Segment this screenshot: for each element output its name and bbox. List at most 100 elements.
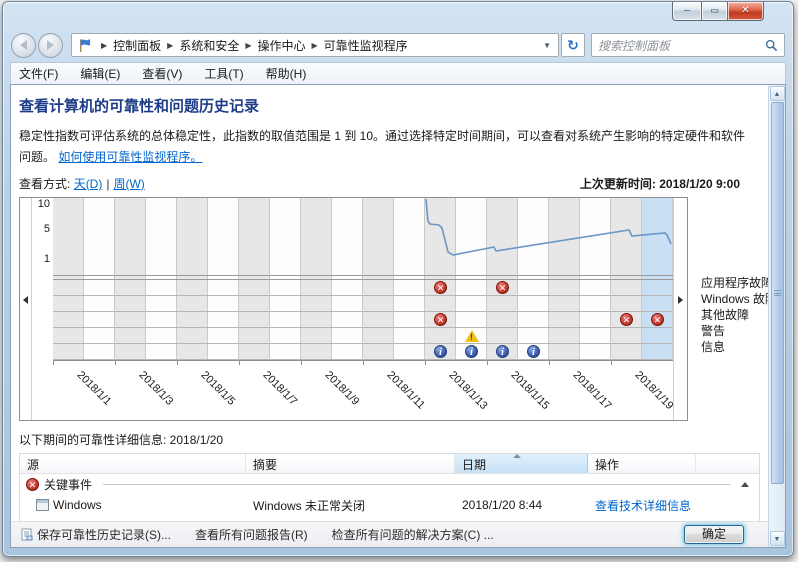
error-icon	[434, 313, 447, 326]
breadcrumb-control-panel[interactable]: 控制面板	[113, 37, 161, 54]
view-options-row: 查看方式: 天(D) | 周(W) 上次更新时间: 2018/1/20 9:00	[19, 175, 768, 192]
client-area: 查看计算机的可靠性和问题历史记录 稳定性指数可评估系统的总体稳定性，此指数的取值…	[10, 84, 786, 548]
chart-y-axis: 1051	[32, 198, 53, 420]
breadcrumb-separator: ▶	[95, 41, 113, 50]
search-input[interactable]: 搜索控制面板	[598, 37, 765, 54]
x-axis-label: 2018/1/19	[633, 369, 676, 412]
menu-view[interactable]: 查看(V)	[142, 65, 182, 82]
scroll-down-button[interactable]: ▼	[770, 531, 785, 546]
stability-index-line	[426, 199, 671, 255]
menu-edit[interactable]: 编辑(E)	[80, 65, 120, 82]
info-icon	[496, 345, 509, 358]
search-icon	[765, 39, 778, 52]
view-all-reports-link[interactable]: 查看所有问题报告(R)	[195, 526, 308, 543]
row-source: Windows	[53, 498, 102, 512]
window-controls: ─ ▭ ✕	[672, 2, 764, 21]
page-content: 查看计算机的可靠性和问题历史记录 稳定性指数可评估系统的总体稳定性，此指数的取值…	[11, 85, 768, 521]
action-center-flag-icon	[77, 38, 92, 53]
x-axis-tick	[239, 361, 240, 365]
chart-x-labels: 2018/1/12018/1/32018/1/52018/1/72018/1/9…	[53, 366, 673, 421]
x-axis-tick	[53, 361, 54, 365]
view-by-weeks-link[interactable]: 周(W)	[113, 175, 144, 192]
scroll-up-icon: ▲	[774, 91, 781, 98]
breadcrumb-separator: ▶	[306, 41, 324, 50]
x-axis-tick	[177, 361, 178, 365]
sort-ascending-icon	[513, 454, 521, 458]
stability-line-svg	[53, 198, 673, 276]
category-label: 其他故障	[701, 307, 768, 323]
save-history-link[interactable]: 保存可靠性历史记录(S)...	[21, 526, 171, 543]
refresh-icon: ↻	[567, 37, 579, 53]
forward-button[interactable]	[38, 33, 63, 58]
chart-event-rows: !	[53, 280, 673, 361]
info-icon	[434, 345, 447, 358]
search-box[interactable]: 搜索控制面板	[591, 33, 785, 57]
view-by-label: 查看方式:	[19, 175, 70, 192]
collapse-chevron-icon[interactable]	[741, 482, 749, 487]
chart-scroll-right[interactable]	[673, 198, 687, 420]
menu-tools[interactable]: 工具(T)	[204, 65, 243, 82]
warning-icon: !	[465, 330, 479, 342]
ok-button[interactable]: 确定	[684, 525, 744, 544]
vertical-scrollbar[interactable]: ▲ ▼	[768, 85, 785, 547]
group-label: 关键事件	[44, 476, 92, 493]
page-title: 查看计算机的可靠性和问题历史记录	[19, 95, 768, 116]
event-row	[53, 280, 673, 296]
y-tick-label: 5	[44, 223, 50, 235]
back-button[interactable]	[11, 33, 36, 58]
category-label: 信息	[701, 339, 768, 355]
app-window: ─ ▭ ✕ ▶ 控制面板 ▶ 系统和安全 ▶ 操作中心 ▶ 可靠性监视程序 ▼ …	[2, 1, 794, 557]
how-to-use-link[interactable]: 如何使用可靠性监视程序。	[58, 150, 202, 164]
column-header-summary[interactable]: 摘要	[246, 454, 455, 473]
scroll-up-button[interactable]: ▲	[770, 86, 785, 101]
command-bar: 保存可靠性历史记录(S)... 查看所有问题报告(R) 检查所有问题的解决方案(…	[11, 521, 768, 547]
breadcrumb-reliability-monitor[interactable]: 可靠性监视程序	[324, 37, 408, 54]
chart-scroll-left[interactable]	[20, 198, 32, 420]
breadcrumb[interactable]: ▶ 控制面板 ▶ 系统和安全 ▶ 操作中心 ▶ 可靠性监视程序 ▼	[71, 33, 559, 57]
close-button[interactable]: ✕	[728, 2, 764, 21]
category-label: 警告	[701, 323, 768, 339]
x-axis-tick	[115, 361, 116, 365]
chart-frame: 1051 ! 2018/1/12018/1/32018/1/52018/1/72…	[19, 197, 688, 421]
column-header-filler	[696, 454, 759, 473]
x-axis-tick	[611, 361, 612, 365]
scrollbar-grip-icon	[774, 290, 781, 296]
critical-events-group-row[interactable]: 关键事件	[20, 474, 759, 494]
x-axis-label: 2018/1/7	[261, 369, 300, 408]
column-header-date[interactable]: 日期	[455, 454, 588, 473]
category-label: Windows 故障	[701, 291, 768, 307]
intro-text: 稳定性指数可评估系统的总体稳定性，此指数的取值范围是 1 到 10。通过选择特定…	[19, 126, 768, 168]
view-by-days-link[interactable]: 天(D)	[74, 175, 103, 192]
minimize-button[interactable]: ─	[672, 2, 701, 21]
maximize-button[interactable]: ▭	[701, 2, 728, 21]
category-label: 应用程序故障	[701, 275, 768, 291]
event-row	[53, 312, 673, 328]
y-tick-label: 1	[44, 253, 50, 265]
column-header-action[interactable]: 操作	[588, 454, 696, 473]
table-row[interactable]: Windows Windows 未正常关闭 2018/1/20 8:44 查看技…	[20, 494, 759, 516]
column-header-source[interactable]: 源	[20, 454, 246, 473]
x-axis-label: 2018/1/9	[323, 369, 362, 408]
view-separator: |	[102, 177, 113, 191]
menu-file[interactable]: 文件(F)	[19, 65, 58, 82]
error-icon	[620, 313, 633, 326]
refresh-button[interactable]: ↻	[561, 33, 585, 57]
x-axis-label: 2018/1/15	[509, 369, 552, 412]
address-dropdown-icon[interactable]: ▼	[538, 41, 556, 50]
check-solutions-link[interactable]: 检查所有问题的解决方案(C) ...	[332, 526, 494, 543]
menu-help[interactable]: 帮助(H)	[266, 65, 307, 82]
view-technical-details-link[interactable]: 查看技术详细信息	[595, 499, 691, 513]
x-axis-tick	[425, 361, 426, 365]
breadcrumb-action-center[interactable]: 操作中心	[258, 37, 306, 54]
close-icon: ✕	[741, 5, 749, 16]
navigation-bar: ▶ 控制面板 ▶ 系统和安全 ▶ 操作中心 ▶ 可靠性监视程序 ▼ ↻ 搜索控制…	[3, 28, 793, 62]
breadcrumb-separator: ▶	[239, 41, 257, 50]
event-row	[53, 344, 673, 360]
breadcrumb-system-security[interactable]: 系统和安全	[179, 37, 239, 54]
x-axis-label: 2018/1/17	[571, 369, 614, 412]
event-row	[53, 328, 673, 344]
row-date: 2018/1/20 8:44	[455, 498, 588, 512]
save-document-icon	[21, 528, 33, 541]
chevron-left-icon	[23, 296, 28, 304]
scrollbar-thumb[interactable]	[771, 102, 784, 484]
